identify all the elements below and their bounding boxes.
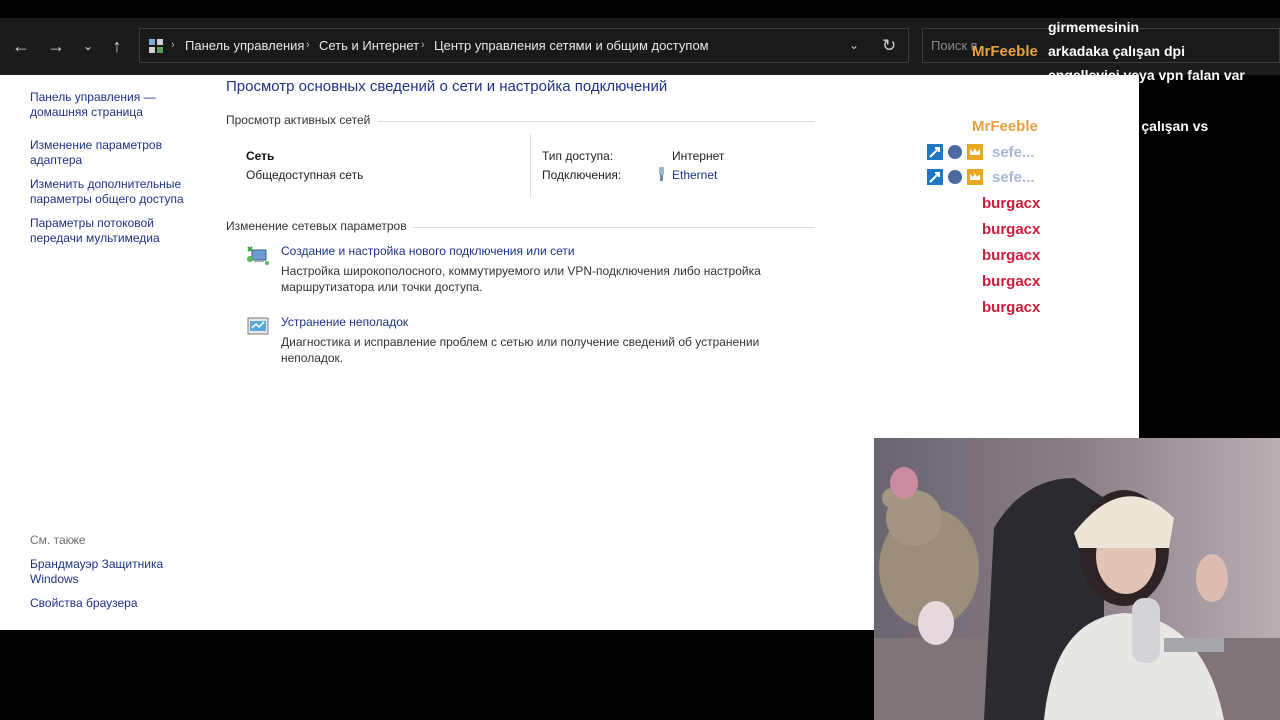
breadcrumb-separator: › (421, 39, 425, 51)
chat-username: burgacx (982, 299, 1041, 316)
divider (412, 227, 815, 228)
network-category: Общедоступная сеть (246, 168, 364, 182)
chat-message: Hacklendik (1048, 247, 1122, 263)
change-settings-header: Изменение сетевых параметров (226, 219, 413, 233)
chat-message: mı (1048, 92, 1065, 108)
control-panel-icon (149, 39, 163, 53)
sidebar-link-sharing-settings[interactable]: Изменить дополнительные параметры общего… (30, 177, 195, 207)
chat-message: Noluyoo (1048, 195, 1104, 211)
chat-username: sefe... (992, 144, 1035, 161)
webcam-image (874, 438, 1280, 720)
emote-badge-icon (948, 145, 962, 159)
breadcrumb-network-center[interactable]: Центр управления сетями и общим доступом (434, 29, 709, 62)
chat-message: steam (1048, 144, 1089, 160)
chat-username: sefe... (992, 169, 1035, 186)
forward-button[interactable]: → (42, 28, 70, 64)
chat-username: MrFeeble (972, 43, 1038, 60)
network-name: Сеть (246, 149, 275, 163)
sidebar-link-browser-properties[interactable]: Свойства браузера (30, 596, 180, 611)
sidebar-link-media-streaming[interactable]: Параметры потоковой передачи мультимедиа (30, 216, 180, 246)
prime-badge-icon (927, 169, 943, 185)
divider (378, 121, 815, 122)
refresh-icon[interactable]: ↻ (882, 29, 896, 62)
troubleshoot-description: Диагностика и исправление проблем с сеть… (281, 335, 760, 365)
see-also-title: См. также (30, 533, 86, 547)
breadcrumb-control-panel[interactable]: Панель управления (185, 29, 304, 62)
webcam-overlay (874, 438, 1280, 720)
chat-message: bak (1048, 169, 1073, 185)
setup-new-connection-link[interactable]: Создание и настройка нового подключения … (281, 244, 575, 258)
chat-username: burgacx (982, 221, 1041, 238)
new-connection-icon (247, 246, 269, 265)
ethernet-icon (659, 167, 664, 181)
up-button[interactable]: ↑ (103, 28, 131, 64)
chat-message: girmemesinin (1048, 19, 1140, 35)
access-type-label: Тип доступа: (542, 149, 614, 163)
active-networks-header: Просмотр активных сетей (226, 113, 377, 127)
chat-message: arkadaka çalışan dpi (1048, 43, 1185, 59)
crown-badge-icon (967, 144, 983, 160)
divider (530, 134, 531, 198)
setup-new-connection-description: Настройка широкополосного, коммутируемог… (281, 264, 761, 294)
chat-message: Lann (1048, 273, 1082, 289)
connections-label: Подключения: (542, 168, 622, 182)
breadcrumb-separator: › (171, 39, 175, 51)
access-type-value: Интернет (672, 149, 725, 163)
sidebar-link-home[interactable]: Панель управления — домашняя страница (30, 90, 170, 120)
sidebar-link-firewall[interactable]: Брандмауэр Защитника Windows (30, 557, 180, 587)
search-placeholder: Поиск в (931, 38, 978, 53)
chat-message: Kacinn (1048, 299, 1095, 315)
troubleshoot-link[interactable]: Устранение неполадок (281, 315, 408, 329)
back-button[interactable]: ← (7, 28, 35, 64)
chat-username: burgacx (982, 247, 1041, 264)
prime-badge-icon (927, 144, 943, 160)
page-title: Просмотр основных сведений о сети и наст… (226, 78, 668, 95)
breadcrumb-separator: › (306, 39, 310, 51)
chat-username: MrFeeble (972, 118, 1038, 135)
chat-username: burgacx (982, 195, 1041, 212)
chat-username: burgacx (982, 273, 1041, 290)
chat-message: Bu nee (1048, 221, 1095, 237)
sidebar-link-adapter-settings[interactable]: Изменение параметров адаптера (30, 138, 175, 168)
troubleshoot-icon (247, 317, 269, 335)
chat-message: engelleyici veya vpn falan var (1048, 67, 1245, 83)
emote-badge-icon (948, 170, 962, 184)
address-field[interactable]: › Панель управления › Сеть и Интернет › … (139, 28, 909, 63)
breadcrumb-network-internet[interactable]: Сеть и Интернет (319, 29, 419, 62)
address-dropdown-icon[interactable]: ⌄ (849, 29, 859, 62)
ethernet-connection-link[interactable]: Ethernet (672, 168, 717, 182)
crown-badge-icon (967, 169, 983, 185)
recent-locations-button[interactable]: ⌄ (74, 28, 102, 64)
chat-message: hizmet olarak çalışan vs (1048, 118, 1209, 134)
